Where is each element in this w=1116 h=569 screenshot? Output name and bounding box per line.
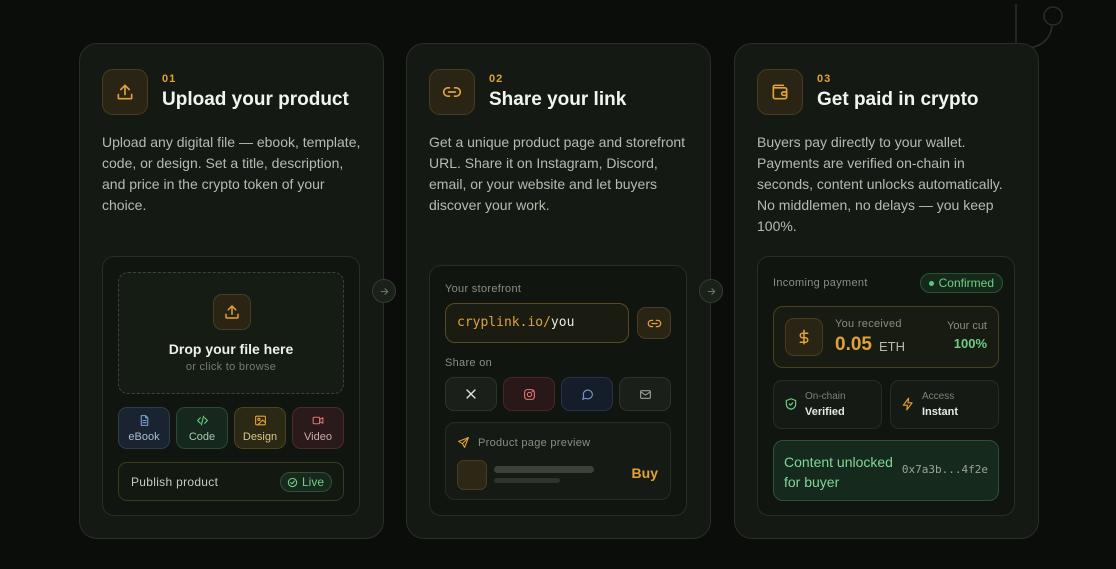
file-type-video[interactable]: Video	[292, 407, 344, 449]
video-icon	[312, 416, 324, 424]
status-badge: Live	[279, 472, 332, 492]
content-unlocked-box: Content unlocked for buyer 0x7a3b...4f2e	[773, 440, 999, 501]
x-icon	[466, 389, 476, 399]
code-icon	[196, 415, 208, 425]
received-unit: ETH	[879, 339, 905, 354]
cut-label: Your cut	[947, 320, 987, 332]
preview-thumbnail	[457, 460, 487, 490]
status-text: Live	[301, 475, 324, 489]
url-domain: cryplink.io/	[457, 315, 551, 330]
transaction-hash: 0x7a3b...4f2e	[901, 463, 988, 476]
storefront-url-field[interactable]: cryplink.io/you	[445, 303, 629, 343]
preview-subtitle-placeholder	[494, 478, 560, 483]
step-description: Get a unique product page and storefront…	[429, 134, 686, 213]
email-icon	[639, 389, 651, 399]
discord-icon	[581, 389, 593, 400]
step-card-share: 02 Share your link Get a unique product …	[406, 43, 711, 539]
dropzone-subtitle: or click to browse	[185, 361, 277, 373]
status-text: Confirmed	[938, 276, 994, 290]
step-title: Share your link	[489, 89, 627, 110]
file-dropzone[interactable]: Drop your file here or click to browse	[118, 272, 344, 394]
step-number: 01	[162, 73, 177, 85]
card-header: 02 Share your link	[429, 69, 626, 115]
access-value: Instant	[922, 406, 959, 418]
received-label: You received	[835, 318, 902, 330]
file-type-code[interactable]: Code	[176, 407, 228, 449]
product-page-preview: Product page preview Buy	[445, 422, 671, 500]
status-dot	[928, 280, 934, 286]
upload-icon	[102, 69, 148, 115]
step-description: Upload any digital file — ebook, templat…	[102, 134, 361, 213]
step-title: Get paid in crypto	[817, 89, 979, 110]
check-circle-icon	[287, 477, 298, 487]
payment-panel: Incoming payment Confirmed You received …	[757, 256, 1015, 516]
send-icon	[458, 437, 469, 448]
file-type-label: Design	[242, 430, 278, 443]
share-instagram-button[interactable]	[503, 377, 555, 411]
step-description: Buyers pay directly to your wallet. Paym…	[757, 134, 1003, 234]
received-amount-box: You received 0.05 ETH Your cut 100%	[773, 306, 999, 368]
file-type-label: Video	[304, 430, 332, 443]
dollar-icon	[785, 318, 823, 356]
onchain-value: Verified	[805, 406, 845, 418]
upload-icon	[213, 294, 251, 330]
share-x-button[interactable]	[445, 377, 497, 411]
dropzone-title: Drop your file here	[168, 341, 294, 357]
step-number: 03	[817, 73, 832, 85]
card-header: 01 Upload your product	[102, 69, 349, 115]
arrow-right-icon	[707, 287, 715, 295]
share-panel: Your storefront cryplink.io/you Share on…	[429, 265, 687, 516]
document-icon	[140, 414, 148, 426]
link-icon	[429, 69, 475, 115]
buy-button[interactable]: Buy	[632, 465, 658, 481]
preview-title-placeholder	[494, 466, 594, 473]
step-title: Upload your product	[162, 89, 349, 110]
preview-label: Product page preview	[478, 437, 591, 449]
lightning-icon	[902, 397, 913, 411]
access-status-box: Access Instant	[890, 380, 999, 429]
link-icon	[647, 319, 661, 327]
storefront-label: Your storefront	[445, 283, 522, 295]
shield-check-icon	[785, 398, 797, 410]
onchain-status-box: On-chain Verified	[773, 380, 882, 429]
arrow-right-icon	[380, 287, 388, 295]
publish-product-row[interactable]: Publish product Live	[118, 462, 344, 501]
publish-label: Publish product	[131, 475, 219, 489]
copy-link-button[interactable]	[637, 307, 671, 339]
file-type-label: eBook	[128, 430, 160, 443]
url-username: you	[550, 315, 575, 330]
status-badge: Confirmed	[919, 273, 1003, 293]
unlocked-text: Content unlocked for buyer	[784, 454, 893, 490]
file-type-design[interactable]: Design	[234, 407, 286, 449]
share-email-button[interactable]	[619, 377, 671, 411]
step-card-upload: 01 Upload your product Upload any digita…	[79, 43, 384, 539]
access-label: Access	[922, 391, 955, 402]
file-type-label: Code	[188, 430, 216, 443]
cut-value: 100%	[953, 336, 987, 351]
image-icon	[254, 415, 266, 425]
upload-panel: Drop your file here or click to browse e…	[102, 256, 360, 516]
instagram-icon	[523, 388, 535, 400]
share-on-label: Share on	[445, 357, 493, 369]
onchain-label: On-chain	[805, 391, 846, 402]
share-buttons	[445, 377, 671, 411]
file-type-ebook[interactable]: eBook	[118, 407, 170, 449]
step-number: 02	[489, 73, 504, 85]
step-card-get-paid: 03 Get paid in crypto Buyers pay directl…	[734, 43, 1039, 539]
received-amount: 0.05	[835, 334, 872, 355]
wallet-icon	[757, 69, 803, 115]
incoming-payment-label: Incoming payment	[773, 277, 868, 289]
share-discord-button[interactable]	[561, 377, 613, 411]
file-type-list: eBook Code Design Video	[118, 407, 344, 449]
step-connector	[372, 279, 396, 303]
step-connector	[699, 279, 723, 303]
card-header: 03 Get paid in crypto	[757, 69, 979, 115]
